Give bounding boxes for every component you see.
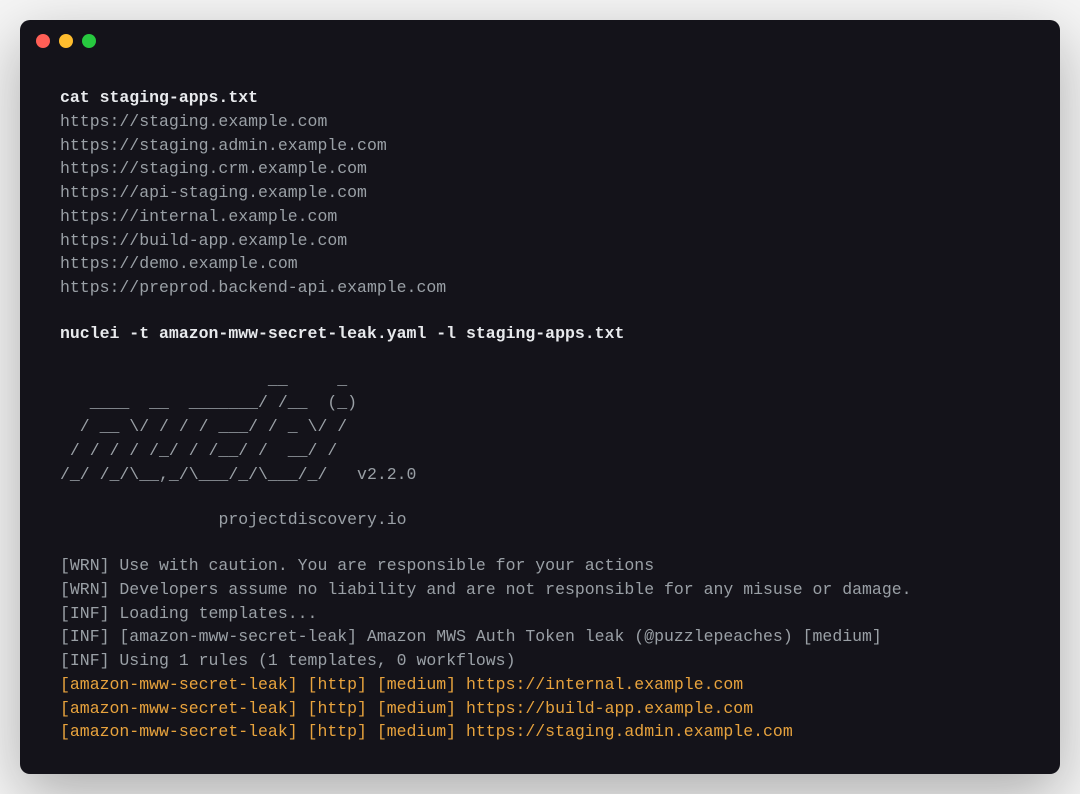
window-titlebar	[20, 20, 1060, 54]
result-line: [amazon-mww-secret-leak] [http] [medium]…	[60, 673, 1020, 697]
minimize-icon[interactable]	[59, 34, 73, 48]
close-icon[interactable]	[36, 34, 50, 48]
host-line: https://staging.example.com	[60, 110, 1020, 134]
host-line: https://demo.example.com	[60, 252, 1020, 276]
terminal-window: cat staging-apps.txt https://staging.exa…	[20, 20, 1060, 774]
log-line: [INF] Using 1 rules (1 templates, 0 work…	[60, 649, 1020, 673]
log-line: [WRN] Developers assume no liability and…	[60, 578, 1020, 602]
result-line: [amazon-mww-secret-leak] [http] [medium]…	[60, 720, 1020, 744]
host-line: https://staging.crm.example.com	[60, 157, 1020, 181]
command-line: cat staging-apps.txt	[60, 86, 1020, 110]
ascii-banner: __ _ ____ __ _______/ /__ (_) / __ \/ / …	[60, 368, 1020, 487]
log-line: [WRN] Use with caution. You are responsi…	[60, 554, 1020, 578]
maximize-icon[interactable]	[82, 34, 96, 48]
terminal-body[interactable]: cat staging-apps.txt https://staging.exa…	[20, 54, 1060, 774]
host-line: https://staging.admin.example.com	[60, 134, 1020, 158]
log-line: [INF] [amazon-mww-secret-leak] Amazon MW…	[60, 625, 1020, 649]
host-line: https://internal.example.com	[60, 205, 1020, 229]
host-line: https://api-staging.example.com	[60, 181, 1020, 205]
host-line: https://build-app.example.com	[60, 229, 1020, 253]
host-line: https://preprod.backend-api.example.com	[60, 276, 1020, 300]
banner-site: projectdiscovery.io	[60, 508, 1020, 532]
command-line: nuclei -t amazon-mww-secret-leak.yaml -l…	[60, 322, 1020, 346]
result-line: [amazon-mww-secret-leak] [http] [medium]…	[60, 697, 1020, 721]
log-line: [INF] Loading templates...	[60, 602, 1020, 626]
